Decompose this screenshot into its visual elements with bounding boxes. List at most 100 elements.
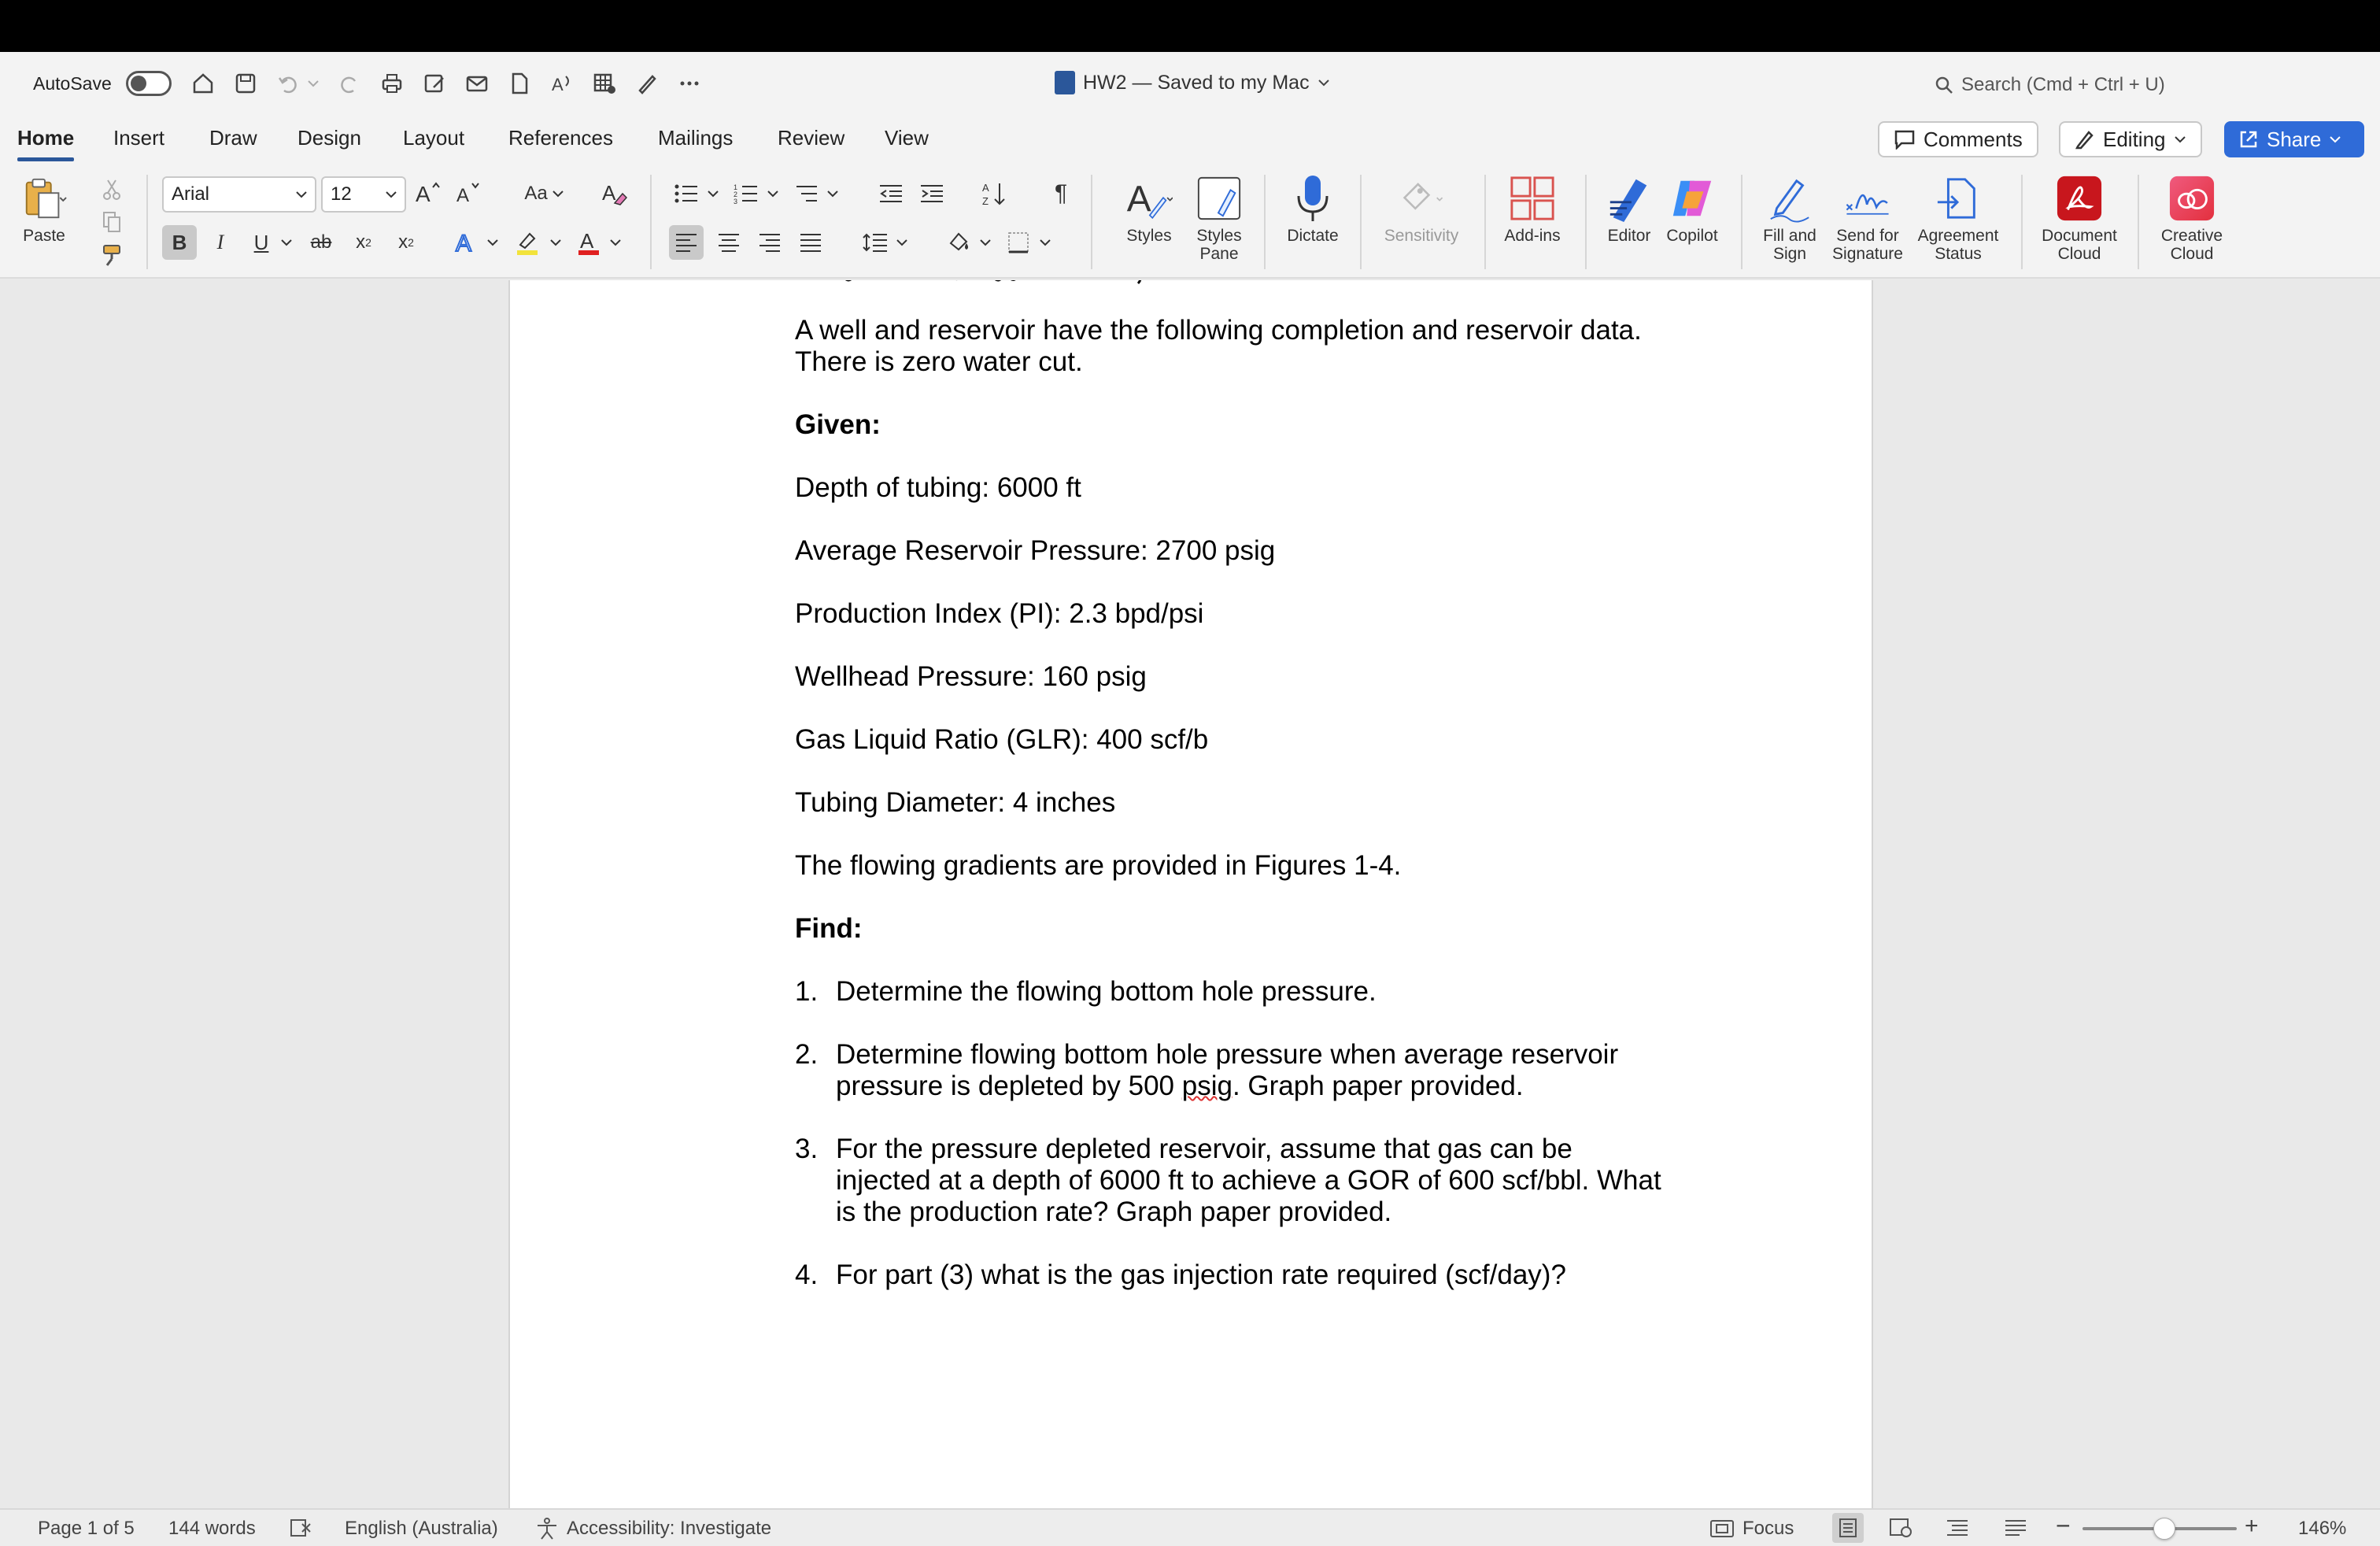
show-formatting-marks-icon[interactable]: ¶ (1044, 176, 1078, 211)
word-count[interactable]: 144 words (168, 1518, 256, 1540)
styles-pane-button[interactable]: Styles Pane (1184, 175, 1255, 263)
tab-home[interactable]: Home (17, 126, 75, 161)
format-painter-icon[interactable] (98, 238, 126, 272)
tab-design[interactable]: Design (298, 126, 361, 150)
add-ins-button[interactable]: Add-ins (1497, 175, 1568, 245)
justify-icon[interactable] (793, 225, 828, 260)
read-aloud-icon[interactable]: A (546, 68, 578, 99)
font-name-select[interactable]: Arial (162, 176, 316, 213)
highlight-dropdown-icon[interactable] (546, 225, 565, 260)
tab-view[interactable]: View (885, 126, 929, 150)
sort-icon[interactable]: AZ (978, 176, 1012, 211)
tab-layout[interactable]: Layout (403, 126, 464, 150)
borders-icon[interactable] (1001, 225, 1036, 260)
borders-dropdown-icon[interactable] (1037, 225, 1053, 260)
agreement-status-button[interactable]: Agreement Status (1909, 175, 2007, 263)
page-count[interactable]: Page 1 of 5 (38, 1518, 135, 1540)
copilot-button[interactable]: Copilot (1659, 175, 1725, 245)
paste-button[interactable]: Paste (20, 175, 68, 245)
mail-icon[interactable] (461, 68, 493, 99)
print-layout-view-icon[interactable] (1832, 1513, 1864, 1543)
search-box[interactable]: Search (Cmd + Ctrl + U) (1935, 74, 2165, 96)
new-document-icon[interactable] (504, 68, 535, 99)
styles-gallery-button[interactable]: A Styles (1110, 175, 1188, 245)
undo-dropdown-icon[interactable] (304, 68, 323, 99)
print-icon[interactable] (376, 68, 408, 99)
tab-review[interactable]: Review (778, 126, 844, 150)
shading-dropdown-icon[interactable] (978, 225, 993, 260)
clear-formatting-icon[interactable]: A (598, 176, 630, 211)
draft-view-icon[interactable] (2004, 1518, 2027, 1538)
comments-button[interactable]: Comments (1878, 121, 2038, 157)
shading-icon[interactable] (941, 225, 976, 260)
insert-table-icon[interactable] (589, 68, 620, 99)
bullets-icon[interactable] (669, 176, 704, 211)
increase-indent-icon[interactable] (915, 176, 949, 211)
editor-button[interactable]: Editor (1598, 175, 1661, 245)
sensitivity-button[interactable]: Sensitivity (1374, 175, 1469, 245)
superscript-button[interactable]: x2 (389, 225, 423, 260)
document-title[interactable]: HW2 — Saved to my Mac (1055, 71, 1330, 94)
subscript-button[interactable]: x2 (346, 225, 381, 260)
focus-mode-button[interactable]: Focus (1709, 1518, 1794, 1540)
text-effects-icon[interactable]: A (450, 225, 485, 260)
proofing-icon[interactable] (290, 1518, 313, 1538)
highlight-icon[interactable] (510, 225, 545, 260)
creative-cloud-button[interactable]: Creative Cloud (2149, 175, 2235, 263)
send-for-signature-button[interactable]: Send for Signature (1824, 175, 1911, 263)
numbering-dropdown-icon[interactable] (765, 176, 781, 211)
multilevel-dropdown-icon[interactable] (825, 176, 841, 211)
fill-and-sign-button[interactable]: Fill and Sign (1752, 175, 1828, 263)
language[interactable]: English (Australia) (345, 1518, 498, 1540)
align-center-icon[interactable] (711, 225, 746, 260)
draw-pen-icon[interactable] (631, 68, 663, 99)
bullets-dropdown-icon[interactable] (705, 176, 721, 211)
tab-references[interactable]: References (508, 126, 613, 150)
font-size-select[interactable]: 12 (321, 176, 406, 213)
zoom-out-button[interactable]: − (2056, 1511, 2071, 1540)
multilevel-list-icon[interactable] (789, 176, 823, 211)
align-right-icon[interactable] (752, 225, 787, 260)
document-cloud-button[interactable]: Document Cloud (2032, 175, 2127, 263)
text-effects-dropdown-icon[interactable] (483, 225, 502, 260)
undo-icon[interactable] (272, 68, 304, 99)
redo-icon[interactable] (334, 68, 365, 99)
bold-button[interactable]: B (162, 225, 197, 260)
strikethrough-button[interactable]: ab (304, 225, 338, 260)
line-spacing-dropdown-icon[interactable] (894, 225, 910, 260)
tab-draw[interactable]: Draw (209, 126, 257, 150)
editing-mode-button[interactable]: Editing (2059, 121, 2202, 157)
zoom-slider-thumb[interactable] (2153, 1518, 2175, 1540)
web-layout-view-icon[interactable] (1889, 1518, 1913, 1538)
accessibility-checker[interactable]: Accessibility: Investigate (535, 1518, 771, 1540)
share-button[interactable]: Share (2224, 121, 2364, 157)
more-commands-icon[interactable] (674, 68, 705, 99)
tab-insert[interactable]: Insert (113, 126, 164, 150)
change-case-button[interactable]: Aa (516, 176, 571, 211)
outline-view-icon[interactable] (1946, 1518, 1969, 1538)
align-left-icon[interactable] (669, 225, 704, 260)
save-icon[interactable] (230, 68, 261, 99)
line-spacing-icon[interactable] (858, 225, 893, 260)
autosave-toggle[interactable] (126, 71, 172, 96)
underline-button[interactable]: U (244, 225, 279, 260)
decrease-indent-icon[interactable] (874, 176, 908, 211)
copy-icon[interactable] (98, 205, 126, 239)
zoom-level[interactable]: 146% (2298, 1518, 2346, 1540)
underline-dropdown-icon[interactable] (277, 225, 296, 260)
cut-icon[interactable] (98, 172, 126, 206)
font-color-icon[interactable]: A (571, 225, 606, 260)
document-body[interactable]: A well and reservoir have the following … (795, 315, 1676, 1322)
edit-document-icon[interactable] (419, 68, 450, 99)
italic-button[interactable]: I (203, 225, 238, 260)
increase-font-size-icon[interactable]: A (412, 176, 444, 211)
dictate-button[interactable]: Dictate (1278, 175, 1347, 245)
spelling-error-word[interactable]: psig (1182, 1071, 1232, 1101)
decrease-font-size-icon[interactable]: A (453, 176, 485, 211)
document-canvas[interactable]: A well and reservoir have the following … (0, 280, 2380, 1508)
font-color-dropdown-icon[interactable] (606, 225, 625, 260)
tab-mailings[interactable]: Mailings (658, 126, 733, 150)
home-icon[interactable] (187, 68, 219, 99)
numbering-icon[interactable]: 123 (729, 176, 763, 211)
zoom-in-button[interactable]: + (2245, 1513, 2259, 1540)
